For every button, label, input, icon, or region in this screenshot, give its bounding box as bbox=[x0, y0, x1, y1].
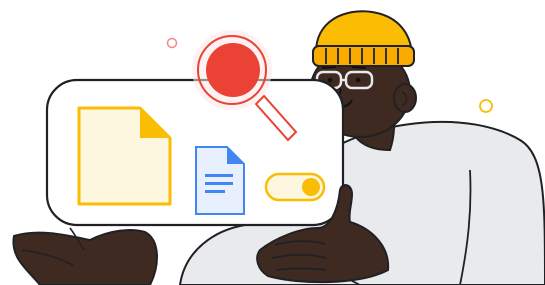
decor-circle-right bbox=[479, 99, 493, 113]
hero-illustration bbox=[12, 10, 545, 285]
text-document-icon bbox=[195, 146, 245, 215]
toggle-switch-icon[interactable] bbox=[264, 172, 326, 202]
beanie-hat bbox=[312, 10, 415, 67]
decor-circle-small bbox=[166, 37, 178, 49]
person-hand-left bbox=[12, 227, 158, 285]
floating-card bbox=[45, 78, 345, 227]
blank-document-icon bbox=[77, 106, 172, 206]
